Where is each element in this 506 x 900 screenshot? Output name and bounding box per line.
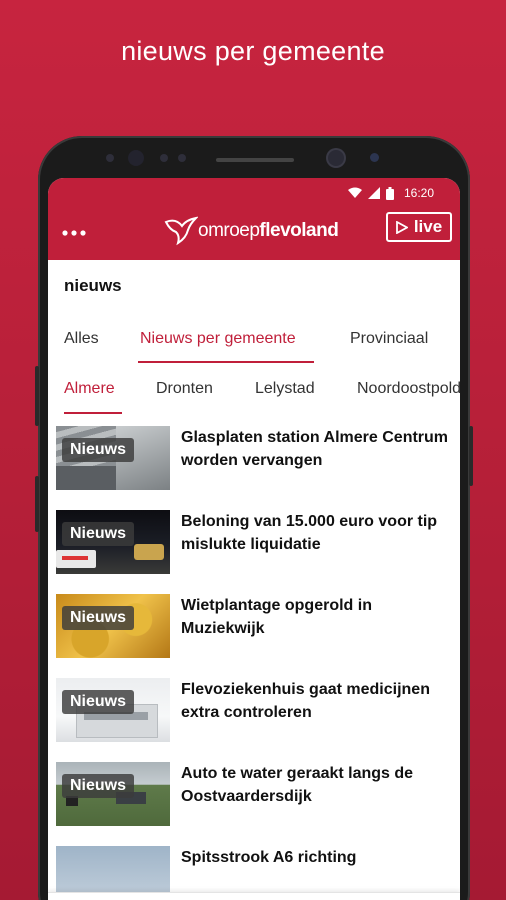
news-headline: Spitsstrook A6 richting [181, 849, 357, 866]
earpiece-speaker [216, 158, 294, 162]
news-headline: Glasplaten station Almere Centrum worden… [181, 429, 449, 469]
news-item[interactable]: Nieuws Auto te water geraakt langs de Oo… [48, 762, 460, 832]
news-thumbnail: Nieuws [56, 594, 170, 658]
battery-icon [385, 186, 394, 200]
live-label: live [413, 217, 443, 236]
status-time: 16:20 [403, 186, 434, 200]
tab-provinciaal[interactable]: Provinciaal [350, 330, 428, 348]
news-headline: Wietplantage opgerold in Muziekwijk [181, 597, 372, 637]
news-headline: Beloning van 15.000 euro voor tip misluk… [181, 513, 438, 553]
bixby-button [35, 476, 39, 532]
news-headline: Flevoziekenhuis gaat medicijnen extra co… [181, 681, 430, 721]
news-thumbnail: Nieuws [56, 510, 170, 574]
tab-lelystad[interactable]: Lelystad [255, 380, 315, 398]
wifi-icon [347, 187, 362, 198]
tab-dronten[interactable]: Dronten [156, 380, 213, 398]
front-camera [128, 150, 144, 166]
power-button [469, 426, 473, 486]
omroep-flevoland-logo[interactable]: omroepflevoland [164, 216, 339, 246]
active-tab-indicator [64, 412, 122, 414]
news-headline: Auto te water geraakt langs de Oostvaard… [181, 765, 414, 805]
sensor-dot [160, 154, 168, 162]
bottom-navigation [48, 892, 460, 900]
app-bar: omroepflevoland live [48, 208, 460, 260]
nav-media-button[interactable] [234, 895, 274, 900]
news-thumbnail: Nieuws [56, 426, 170, 490]
live-button[interactable]: live [386, 212, 452, 242]
tab-almere[interactable]: Almere [64, 380, 115, 398]
nav-traffic-button[interactable] [399, 895, 439, 900]
news-badge: Nieuws [62, 438, 135, 462]
nav-sport-button[interactable] [152, 895, 192, 900]
news-thumbnail: Nieuws [56, 678, 170, 742]
tab-alles[interactable]: Alles [64, 330, 99, 348]
news-item[interactable]: Nieuws Glasplaten station Almere Centrum… [48, 426, 460, 496]
news-badge: Nieuws [62, 774, 135, 798]
municipality-tabs: Almere Dronten Lelystad Noordoostpolder [48, 376, 460, 420]
play-icon [395, 220, 408, 234]
logo-text: omroepflevoland [198, 220, 339, 241]
phone-top-bezel [38, 136, 470, 180]
tab-noordoostpolder[interactable]: Noordoostpolder [357, 380, 460, 398]
phone-frame: 16:20 omroepflevoland live nieuws Alles … [35, 136, 473, 900]
bird-logo-icon [164, 216, 198, 246]
nav-news-button[interactable] [69, 895, 109, 900]
iris-sensor [370, 153, 379, 162]
category-tabs: Alles Nieuws per gemeente Provinciaal [48, 326, 460, 368]
promo-title: nieuws per gemeente [121, 36, 385, 66]
news-item[interactable]: Nieuws Beloning van 15.000 euro voor tip… [48, 510, 460, 580]
news-item[interactable]: Nieuws Wietplantage opgerold in Muziekwi… [48, 594, 460, 664]
app-screen: 16:20 omroepflevoland live nieuws Alles … [48, 178, 460, 900]
signal-icon [367, 187, 380, 199]
nav-weather-button[interactable] [316, 895, 356, 900]
volume-button [35, 366, 39, 426]
sensor-dot [106, 154, 114, 162]
news-badge: Nieuws [62, 606, 135, 630]
news-badge: Nieuws [62, 522, 135, 546]
menu-icon[interactable] [62, 218, 86, 238]
sensor-dot [178, 154, 186, 162]
tab-nieuws-per-gemeente[interactable]: Nieuws per gemeente [140, 330, 296, 348]
active-tab-indicator [138, 361, 314, 363]
news-thumbnail: Nieuws [56, 762, 170, 826]
news-item[interactable]: Nieuws Flevoziekenhuis gaat medicijnen e… [48, 678, 460, 748]
news-badge: Nieuws [62, 690, 135, 714]
section-title: nieuws [64, 276, 122, 295]
status-bar: 16:20 [48, 178, 460, 208]
iris-camera [328, 150, 344, 166]
